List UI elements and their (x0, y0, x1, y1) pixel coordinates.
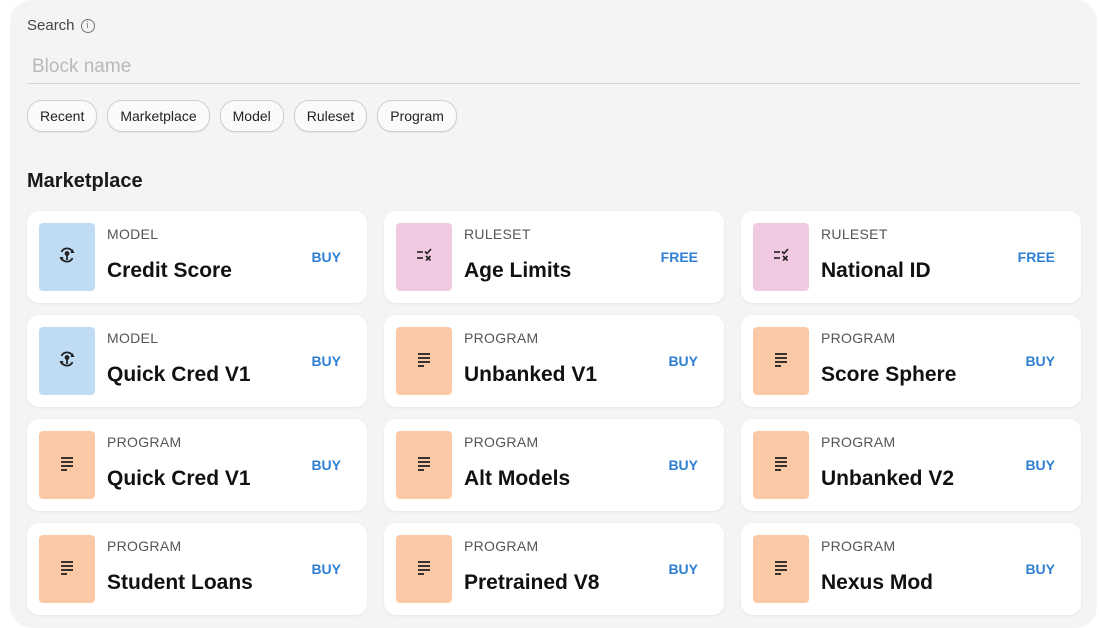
block-action-button[interactable]: BUY (311, 457, 341, 473)
block-name: Student Loans (107, 571, 253, 594)
block-name: Unbanked V1 (464, 363, 598, 386)
filter-chip-model[interactable]: Model (219, 100, 284, 132)
program-icon (414, 557, 434, 582)
block-action-button[interactable]: BUY (311, 249, 341, 265)
marketplace-card[interactable]: RULESET National ID FREE (741, 211, 1081, 303)
block-name: National ID (821, 259, 931, 282)
block-type-icon-box (396, 535, 452, 603)
marketplace-card[interactable]: RULESET Age Limits FREE (384, 211, 724, 303)
block-type-icon-box (39, 431, 95, 499)
program-icon (414, 349, 434, 374)
block-name: Quick Cred V1 (107, 363, 251, 386)
block-name: Score Sphere (821, 363, 957, 386)
block-kind: RULESET (464, 226, 531, 242)
marketplace-card[interactable]: PROGRAM Pretrained V8 BUY (384, 523, 724, 615)
block-kind: MODEL (107, 330, 159, 346)
block-kind: PROGRAM (464, 330, 539, 346)
block-name: Credit Score (107, 259, 232, 282)
block-type-icon-box (39, 535, 95, 603)
block-action-button[interactable]: BUY (668, 457, 698, 473)
block-action-button[interactable]: BUY (668, 561, 698, 577)
block-kind: PROGRAM (821, 538, 896, 554)
marketplace-card[interactable]: PROGRAM Student Loans BUY (27, 523, 367, 615)
block-action-button[interactable]: BUY (1025, 353, 1055, 369)
search-label: Search i (27, 17, 95, 34)
model-icon (57, 245, 77, 270)
block-type-icon-box (753, 535, 809, 603)
section-title: Marketplace (27, 170, 143, 192)
marketplace-card[interactable]: MODEL Credit Score BUY (27, 211, 367, 303)
block-type-icon-box (753, 223, 809, 291)
block-kind: MODEL (107, 226, 159, 242)
block-type-icon-box (753, 431, 809, 499)
marketplace-card[interactable]: PROGRAM Unbanked V1 BUY (384, 315, 724, 407)
block-name: Age Limits (464, 259, 572, 282)
block-kind: PROGRAM (464, 538, 539, 554)
block-type-icon-box (753, 327, 809, 395)
block-type-icon-box (396, 223, 452, 291)
filter-chip-program[interactable]: Program (377, 100, 457, 132)
block-type-icon-box (39, 223, 95, 291)
block-kind: PROGRAM (107, 538, 182, 554)
ruleset-icon (771, 245, 791, 270)
marketplace-card[interactable]: PROGRAM Alt Models BUY (384, 419, 724, 511)
block-type-icon-box (396, 431, 452, 499)
filter-chip-marketplace[interactable]: Marketplace (107, 100, 210, 132)
block-action-button[interactable]: BUY (1025, 457, 1055, 473)
block-kind: PROGRAM (821, 330, 896, 346)
search-label-text: Search (27, 17, 75, 34)
marketplace-card[interactable]: PROGRAM Quick Cred V1 BUY (27, 419, 367, 511)
program-icon (771, 557, 791, 582)
marketplace-grid: MODEL Credit Score BUY RULESET Age Limit… (27, 211, 1081, 615)
block-action-button[interactable]: FREE (661, 249, 698, 265)
block-name: Unbanked V2 (821, 467, 955, 490)
block-action-button[interactable]: BUY (311, 353, 341, 369)
filter-chips: Recent Marketplace Model Ruleset Program (27, 100, 457, 132)
program-icon (414, 453, 434, 478)
block-name: Nexus Mod (821, 571, 934, 594)
block-action-button[interactable]: BUY (311, 561, 341, 577)
search-input[interactable] (27, 50, 1080, 84)
filter-chip-ruleset[interactable]: Ruleset (293, 100, 368, 132)
marketplace-card[interactable]: MODEL Quick Cred V1 BUY (27, 315, 367, 407)
program-icon (57, 557, 77, 582)
model-icon (57, 349, 77, 374)
info-icon[interactable]: i (80, 18, 95, 33)
program-icon (771, 453, 791, 478)
filter-chip-recent[interactable]: Recent (27, 100, 98, 132)
block-name: Quick Cred V1 (107, 467, 251, 490)
block-action-button[interactable]: BUY (668, 353, 698, 369)
marketplace-card[interactable]: PROGRAM Unbanked V2 BUY (741, 419, 1081, 511)
program-icon (771, 349, 791, 374)
block-type-icon-box (39, 327, 95, 395)
ruleset-icon (414, 245, 434, 270)
block-name: Alt Models (464, 467, 571, 490)
block-action-button[interactable]: FREE (1018, 249, 1055, 265)
block-kind: RULESET (821, 226, 888, 242)
marketplace-card[interactable]: PROGRAM Score Sphere BUY (741, 315, 1081, 407)
block-kind: PROGRAM (107, 434, 182, 450)
block-name: Pretrained V8 (464, 571, 600, 594)
program-icon (57, 453, 77, 478)
block-action-button[interactable]: BUY (1025, 561, 1055, 577)
block-type-icon-box (396, 327, 452, 395)
marketplace-card[interactable]: PROGRAM Nexus Mod BUY (741, 523, 1081, 615)
block-kind: PROGRAM (464, 434, 539, 450)
block-kind: PROGRAM (821, 434, 896, 450)
